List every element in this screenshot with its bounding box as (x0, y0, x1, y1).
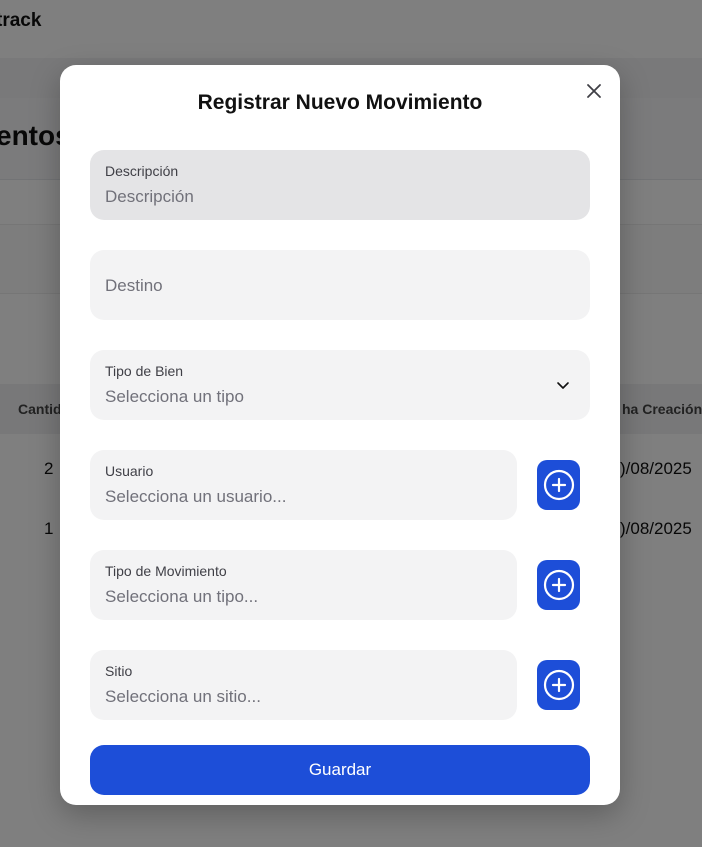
close-button[interactable] (582, 79, 606, 103)
site-label: Sitio (105, 663, 133, 679)
add-movement-type-button[interactable] (537, 560, 580, 610)
destination-field[interactable] (90, 250, 590, 320)
plus-circle-icon (543, 669, 575, 701)
user-select[interactable]: Usuario Selecciona un usuario... (90, 450, 517, 520)
save-button[interactable]: Guardar (90, 745, 590, 795)
site-value: Selecciona un sitio... (105, 687, 261, 706)
description-field[interactable]: Descripción (90, 150, 590, 220)
movement-type-value: Selecciona un tipo... (105, 587, 259, 606)
description-input[interactable] (105, 185, 575, 209)
close-icon (587, 84, 601, 98)
plus-circle-icon (543, 569, 575, 601)
new-movement-modal: Registrar Nuevo Movimiento Descripción T… (60, 65, 620, 805)
movement-type-label: Tipo de Movimiento (105, 563, 227, 579)
modal-title: Registrar Nuevo Movimiento (197, 91, 483, 114)
description-label: Descripción (105, 163, 179, 179)
destination-input[interactable] (105, 274, 575, 298)
asset-type-select[interactable]: Tipo de Bien Selecciona un tipo (90, 350, 590, 420)
user-value: Selecciona un usuario... (105, 487, 287, 506)
add-user-button[interactable] (537, 460, 580, 510)
add-site-button[interactable] (537, 660, 580, 710)
asset-type-label: Tipo de Bien (105, 363, 184, 379)
site-select[interactable]: Sitio Selecciona un sitio... (90, 650, 517, 720)
plus-circle-icon (543, 469, 575, 501)
chevron-down-icon (557, 382, 569, 389)
user-label: Usuario (105, 463, 154, 479)
asset-type-value: Selecciona un tipo (105, 387, 244, 406)
movement-type-select[interactable]: Tipo de Movimiento Selecciona un tipo... (90, 550, 517, 620)
